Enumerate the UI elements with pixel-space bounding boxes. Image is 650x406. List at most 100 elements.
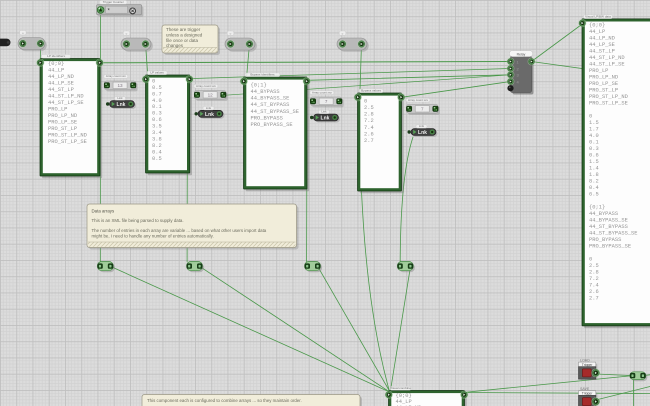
svg-text:44_LP_SE: 44_LP_SE [48,81,74,87]
svg-text:2.7: 2.7 [589,295,599,301]
svg-text:Visual LP/BW data: Visual LP/BW data [585,15,611,19]
svg-text:44_LP_ND: 44_LP_ND [48,74,74,80]
svg-text:3.4: 3.4 [152,130,162,136]
svg-text:{0;1}: {0;1} [589,204,605,210]
svg-text:{0;0}: {0;0} [589,22,605,28]
svg-text:2.6: 2.6 [589,289,599,295]
svg-text:7: 7 [421,107,424,112]
svg-text:13: 13 [117,83,123,88]
svg-text:Relay: Relay [517,52,526,56]
svg-text:Lnk: Lnk [205,112,214,118]
svg-text:2.5: 2.5 [364,105,374,111]
svg-text:PRO_LP_SE: PRO_LP_SE [589,81,618,87]
svg-text:0: 0 [364,98,367,104]
svg-text:44_BYPASS: 44_BYPASS [251,89,280,95]
svg-text:44_LP_ND: 44_LP_ND [589,35,615,41]
svg-text:8.2: 8.2 [589,178,599,184]
svg-text:This component each is configu: This component each is configured to com… [147,398,302,403]
svg-text:3.8: 3.8 [152,136,162,142]
svg-text:unless a designed: unless a designed [166,33,203,38]
svg-text:PRO_ST_LP_SE: PRO_ST_LP_SE [48,139,87,145]
svg-text:PRO_LP_ND: PRO_LP_ND [589,74,618,80]
svg-text:PRO_ST_LP_ND: PRO_ST_LP_ND [48,133,87,139]
svg-text:PRO_LP: PRO_LP [589,68,608,74]
svg-text:0.1: 0.1 [152,104,162,110]
svg-text:0: 0 [589,113,592,119]
svg-text:0.4: 0.4 [152,149,162,155]
svg-text:Array count xxx: Array count xxx [106,74,126,78]
svg-text:Visual combine: Visual combine [390,386,411,390]
svg-text:Array count xxx: Array count xxx [196,84,216,88]
svg-text:Trigger Counter: Trigger Counter [103,0,124,4]
svg-text:0: 0 [152,78,155,84]
svg-text:44_ST_BYPASS: 44_ST_BYPASS [589,224,628,230]
svg-text:PRO_BYPASS: PRO_BYPASS [589,237,621,243]
svg-text:7.4: 7.4 [364,125,374,131]
svg-text:This is an XML file being pars: This is an XML file being parsed to supp… [92,218,184,223]
svg-text:Bypass values: Bypass values [361,89,381,93]
svg-text:44_ST_BYPASS: 44_ST_BYPASS [251,102,290,108]
svg-text:12: 12 [208,93,214,98]
svg-text:{0;0}: {0;0} [48,61,64,67]
svg-text:LP identifiers: LP identifiers [47,54,65,58]
svg-text:0.3: 0.3 [152,111,162,117]
svg-text:7.4: 7.4 [589,282,599,288]
svg-text:44_BYPASS_SE: 44_BYPASS_SE [589,217,628,223]
svg-text:PRO_ST_LP_ND: PRO_ST_LP_ND [589,94,628,100]
svg-text:0.4: 0.4 [589,185,599,191]
svg-text:SAVE: SAVE [580,387,590,391]
svg-text:PRO_ST_LP_SE: PRO_ST_LP_SE [589,100,628,106]
svg-text:PRO_ST_LP: PRO_ST_LP [48,126,77,132]
svg-text:44_ST_LP_SE: 44_ST_LP_SE [48,100,84,106]
svg-text:Array count xxx: Array count xxx [408,98,428,102]
svg-text:{0;1}: {0;1} [251,82,267,88]
svg-text:might be, I need to handle any: might be, I need to handle any number of… [92,234,214,239]
svg-text:The number of entries in each: The number of entries in each array are … [92,228,267,233]
svg-text:file once or data: file once or data [166,38,199,43]
svg-text:44_ST_LP_ND: 44_ST_LP_ND [48,94,84,100]
svg-text:PRO_LP: PRO_LP [48,107,67,113]
svg-text:44_ST_LP: 44_ST_LP [48,87,74,93]
svg-text:Trigger: Trigger [582,363,593,367]
svg-text:Data arrays: Data arrays [92,209,115,214]
svg-text:Link: Link [206,106,212,110]
svg-text:0.6: 0.6 [589,152,599,158]
svg-text:44_ST_BYPASS_SE: 44_ST_BYPASS_SE [589,230,638,236]
svg-text:44_BYPASS: 44_BYPASS [589,211,618,217]
svg-text:These are trigger: These are trigger [166,27,201,32]
svg-text:Link: Link [321,110,327,114]
svg-text:PRO_LP_SE: PRO_LP_SE [48,120,77,126]
svg-text:Link: Link [117,96,123,100]
svg-text:Lnk: Lnk [117,102,126,108]
svg-text:Array count xxx: Array count xxx [312,90,332,94]
svg-text:2.7: 2.7 [364,138,374,144]
svg-text:0.5: 0.5 [152,156,162,162]
svg-text:PRO_BYPASS_SE: PRO_BYPASS_SE [589,243,631,249]
svg-text:Lnk: Lnk [321,116,330,122]
svg-text:2.8: 2.8 [589,269,599,275]
svg-text:PRO_BYPASS: PRO_BYPASS [251,115,283,121]
svg-text:Trigger: Trigger [582,392,593,396]
svg-text:2.8: 2.8 [364,112,374,118]
svg-text:Link: Link [419,124,425,128]
svg-text:Lnk: Lnk [418,130,427,136]
svg-text:Bypass identifiers: Bypass identifiers [250,73,275,77]
svg-text:7.2: 7.2 [364,118,374,124]
svg-text:1.5: 1.5 [589,120,599,126]
svg-text:44_ST_BYPASS_SE: 44_ST_BYPASS_SE [251,109,300,115]
svg-text:7: 7 [325,99,328,104]
svg-text:7.2: 7.2 [589,276,599,282]
svg-text:PRO_BYPASS_SE: PRO_BYPASS_SE [251,122,293,128]
svg-text:0: 0 [589,256,592,262]
svg-text:44_BYPASS_SE: 44_BYPASS_SE [251,96,290,102]
svg-text:LOAD: LOAD [580,358,590,362]
svg-text:0.3: 0.3 [589,146,599,152]
svg-text:44_ST_LP_SE: 44_ST_LP_SE [589,61,625,67]
svg-text:3.5: 3.5 [152,124,162,130]
svg-text:44_LP: 44_LP [48,68,64,74]
svg-text:changes: changes [166,43,184,48]
svg-text:1.4: 1.4 [589,165,599,171]
svg-text:44_LP_SE: 44_LP_SE [589,42,615,48]
svg-text:0.6: 0.6 [152,117,162,123]
svg-text:4.0: 4.0 [152,98,162,104]
